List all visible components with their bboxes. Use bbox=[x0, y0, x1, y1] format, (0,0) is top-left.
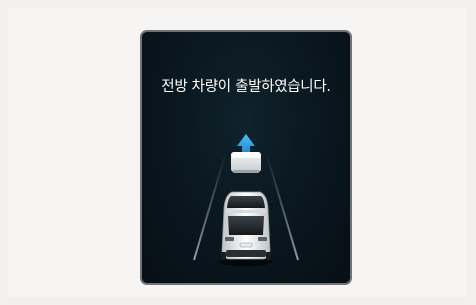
own-vehicle-icon bbox=[219, 191, 273, 266]
front-vehicle-icon bbox=[231, 152, 261, 173]
departure-arrow-icon bbox=[237, 134, 255, 154]
cluster-display: 전방 차량이 출발하였습니다. bbox=[140, 30, 352, 285]
driving-scene bbox=[193, 134, 299, 266]
page: 전방 차량이 출발하였습니다. bbox=[0, 0, 476, 305]
